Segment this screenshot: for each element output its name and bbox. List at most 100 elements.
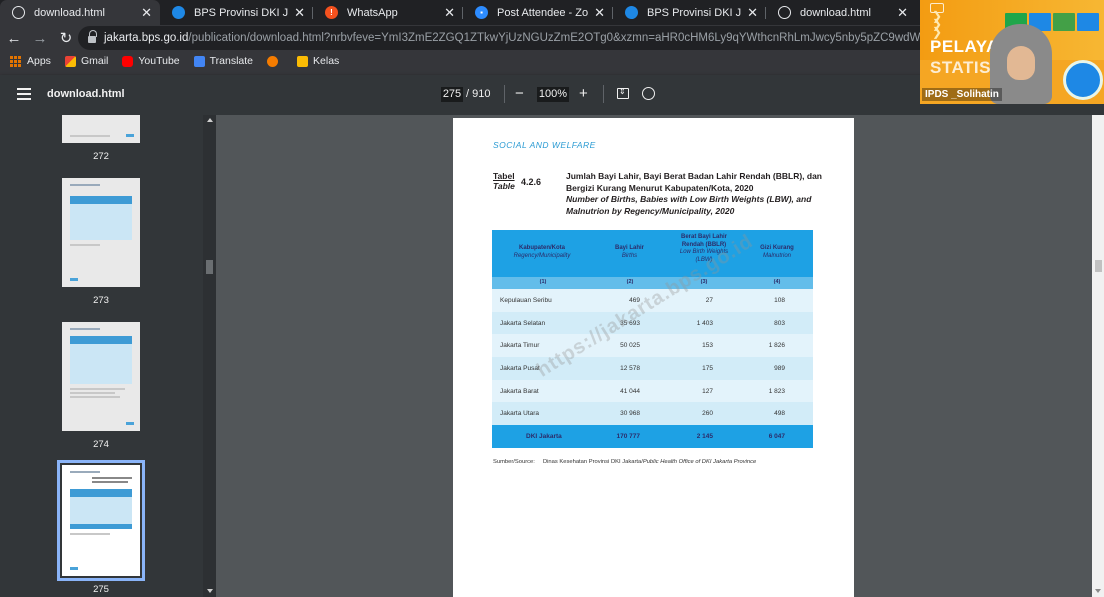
cell-births: 170 777 [616, 433, 641, 441]
chevron-icon: ❯ ❯ ❯ [932, 9, 943, 39]
whatsapp-icon: ! [325, 6, 338, 19]
thumbnail-page[interactable] [62, 115, 140, 143]
badge-logo-icon [1063, 60, 1103, 100]
close-icon[interactable]: ✕ [897, 6, 908, 19]
cell-region: Jakarta Selatan [500, 319, 546, 327]
tab-download-html-2[interactable]: download.html ✕ [766, 0, 916, 25]
thumbnail-page-number: 272 [93, 151, 109, 162]
table-label: Tabel Table [493, 171, 515, 191]
cell-malnutrition: 1 823 [768, 387, 785, 395]
orange-circle-icon [267, 55, 279, 67]
globe-icon [12, 6, 25, 19]
sidebar-scrollbar[interactable] [203, 115, 216, 597]
document-viewer[interactable]: SOCIAL AND WELFARE Tabel Table 4.2.6 Jum… [216, 115, 1092, 597]
back-button[interactable]: ← [2, 26, 26, 50]
forward-button[interactable]: → [28, 26, 52, 50]
tab-bps-2[interactable]: BPS Provinsi DKI Jakarta ✕ [613, 0, 766, 25]
close-icon[interactable]: ✕ [141, 6, 152, 19]
tab-bps-1[interactable]: BPS Provinsi DKI Jakarta ✕ [160, 0, 313, 25]
lock-icon [88, 29, 97, 43]
header-malnutrition: Gizi Kurang Malnutrion [760, 245, 794, 259]
thumbnail-page[interactable] [62, 178, 140, 287]
fit-page-icon[interactable] [617, 87, 629, 99]
cell-lbw: 127 [702, 387, 713, 395]
rotate-icon[interactable] [642, 87, 655, 100]
cell-region: Jakarta Barat [500, 387, 539, 395]
thumbnail-page-selected[interactable] [57, 460, 145, 581]
cell-malnutrition: 6 047 [768, 433, 785, 441]
zoom-video-overlay[interactable]: ❯ ❯ ❯ PELAYANAN STATISTIK IPDS _Solihatin [920, 0, 1104, 104]
browser-toolbar: ← → ↻ jakarta.bps.go.id/publication/down… [0, 25, 920, 51]
close-icon[interactable]: ✕ [747, 6, 758, 19]
zoom-input[interactable]: 100% [537, 87, 569, 102]
header-births: Bayi Lahir Births [614, 245, 644, 259]
thumbnail-sidebar: 272 273 274 275 [0, 115, 203, 597]
cell-malnutrition: 108 [774, 297, 785, 304]
bps-logo-icon [172, 6, 185, 19]
zoom-icon: ▪ [475, 6, 488, 19]
cell-malnutrition: 1 826 [768, 342, 785, 350]
participant-name: IPDS _Solihatin [922, 88, 1002, 101]
col-num: (2) [626, 279, 634, 285]
table-row: Jakarta Utara 30 968 260 498 [492, 402, 813, 426]
tab-title: WhatsApp [347, 6, 398, 19]
globe-icon [778, 6, 791, 19]
thumbnail-page[interactable] [62, 322, 140, 431]
bookmark-orange[interactable] [267, 55, 283, 67]
bookmark-translate[interactable]: Translate [193, 55, 253, 67]
cell-lbw: 2 145 [696, 433, 713, 441]
pdf-title: download.html [47, 88, 125, 100]
cell-region: DKI Jakarta [526, 433, 562, 441]
gmail-icon [64, 55, 76, 67]
cell-lbw: 1 403 [696, 319, 713, 327]
header-regency: Kabupaten/Kota Regency/Municipality [513, 245, 571, 259]
close-icon[interactable]: ✕ [444, 6, 455, 19]
tab-whatsapp[interactable]: ! WhatsApp ✕ [313, 0, 463, 25]
close-icon[interactable]: ✕ [594, 6, 605, 19]
thumbnail-page-number: 273 [93, 295, 109, 306]
col-num: (4) [773, 279, 781, 285]
bookmark-kelas[interactable]: Kelas [297, 55, 339, 67]
tab-download-html[interactable]: download.html ✕ [0, 0, 160, 25]
zoom-out-button[interactable]: − [515, 86, 524, 101]
tab-title: Post Attendee - Zoom [497, 6, 589, 19]
thumbnail-page-number: 275 [93, 584, 109, 595]
classroom-icon [297, 55, 309, 67]
col-num: (1) [539, 279, 547, 285]
table-row: Jakarta Barat 41 044 127 1 823 [492, 379, 813, 403]
cell-malnutrition: 989 [774, 365, 785, 373]
translate-icon [193, 55, 205, 67]
page-number-input[interactable]: 275 [441, 87, 463, 102]
tab-strip: download.html ✕ BPS Provinsi DKI Jakarta… [0, 0, 920, 25]
close-icon[interactable]: ✕ [294, 6, 305, 19]
total-pages: / 910 [466, 88, 491, 100]
bookmark-apps[interactable]: Apps [10, 55, 51, 67]
document-scrollbar[interactable] [1092, 115, 1104, 597]
cell-lbw: 153 [702, 342, 713, 350]
cell-malnutrition: 803 [774, 319, 785, 327]
bps-logo-icon [625, 6, 638, 19]
cell-region: Jakarta Timur [500, 342, 540, 350]
cell-region: Jakarta Pusat [500, 365, 540, 373]
table-header: Kabupaten/Kota Regency/Municipality Bayi … [492, 230, 813, 277]
cell-lbw: 175 [702, 365, 713, 373]
tab-title: BPS Provinsi DKI Jakarta [647, 6, 742, 19]
bookmark-gmail[interactable]: Gmail [64, 55, 108, 67]
table-total-row: DKI Jakarta 170 777 2 145 6 047 [492, 425, 813, 449]
reload-button[interactable]: ↻ [54, 26, 78, 50]
tab-zoom[interactable]: ▪ Post Attendee - Zoom ✕ [463, 0, 613, 25]
address-bar[interactable]: jakarta.bps.go.id/publication/download.h… [78, 26, 920, 50]
zoom-in-button[interactable]: + [579, 86, 588, 101]
url-text: jakarta.bps.go.id/publication/download.h… [104, 32, 920, 44]
menu-icon[interactable] [17, 88, 31, 100]
table-row: Jakarta Timur 50 025 153 1 826 [492, 334, 813, 358]
cell-births: 41 044 [620, 387, 640, 395]
cell-births: 30 968 [620, 410, 640, 418]
bookmark-youtube[interactable]: YouTube [122, 55, 180, 67]
thumbnail-page-number: 274 [93, 439, 109, 450]
tab-title: BPS Provinsi DKI Jakarta [194, 6, 289, 19]
table-source: Sumber/Source: Dinas Kesehatan Provinsi … [493, 459, 757, 465]
bookmarks-bar: Apps Gmail YouTube Translate Kelas [0, 51, 920, 71]
apps-grid-icon [10, 55, 21, 67]
cell-malnutrition: 498 [774, 410, 785, 418]
